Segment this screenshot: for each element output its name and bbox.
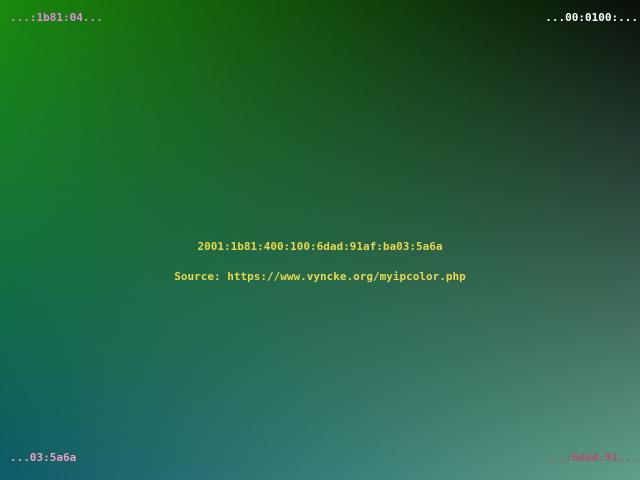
bottom-right-ip-fragment: ...:6dad:91... (545, 451, 638, 464)
top-left-ip-fragment: ...:1b81:04... (10, 11, 103, 24)
ip-address-text: 2001:1b81:400:100:6dad:91af:ba03:5a6a (197, 240, 443, 253)
top-right-ip-fragment: ...00:0100:... (545, 11, 638, 24)
source-text: Source: https://www.vyncke.org/myipcolor… (174, 270, 466, 283)
bottom-left-ip-fragment: ...03:5a6a (10, 451, 77, 464)
